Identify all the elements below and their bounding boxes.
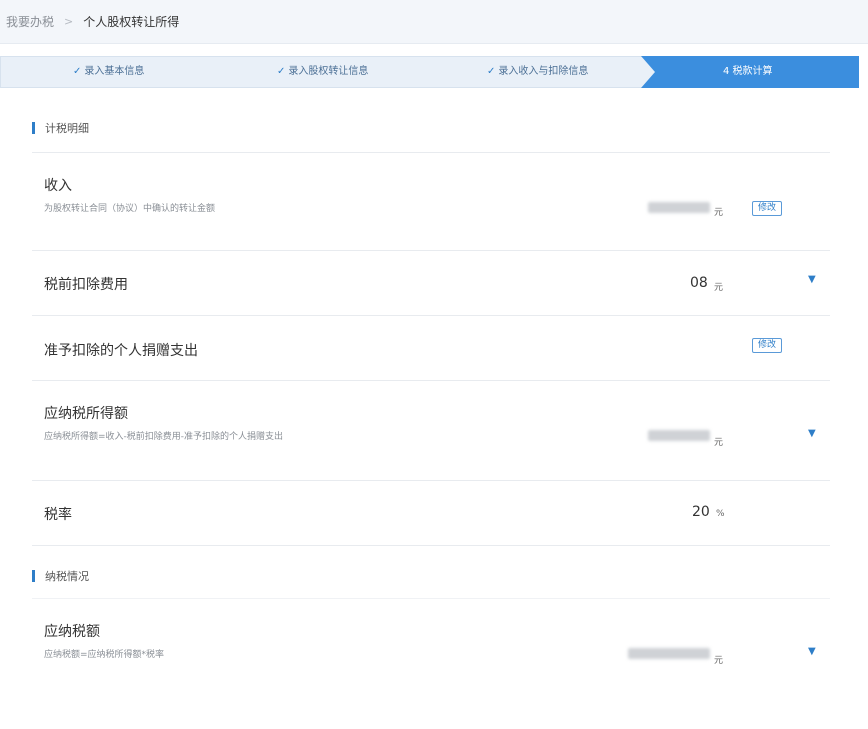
breadcrumb-root[interactable]: 我要办税: [6, 13, 54, 30]
row-tax-rate: 税率 20 %: [32, 481, 830, 546]
row-title: 收入: [44, 178, 72, 194]
unit-label: %: [716, 509, 725, 519]
step-progress-bar: ✓ 录入基本信息 ✓ 录入股权转让信息 ✓ 录入收入与扣除信息 4 税款计算: [0, 56, 859, 88]
chevron-down-icon[interactable]: ▼: [808, 428, 816, 439]
step-label: 4 税款计算: [723, 66, 773, 77]
row-income: 收入 为股权转让合同（协议）中确认的转让金额 元 修改: [32, 152, 830, 251]
row-taxable-income: 应纳税所得额 应纳税所得额=收入-税前扣除费用-准予扣除的个人捐赠支出 元 ▼: [32, 381, 830, 481]
masked-value: [648, 202, 710, 213]
top-bar: 我要办税 > 个人股权转让所得: [0, 0, 868, 44]
row-title: 税率: [44, 507, 72, 523]
tax-calculation-panel: 计税明细 收入 为股权转让合同（协议）中确认的转让金额 元 修改 税前扣除费用 …: [8, 96, 856, 729]
unit-label: 元: [714, 656, 724, 666]
row-title: 应纳税所得额: [44, 406, 128, 422]
step-equity-transfer-info[interactable]: ✓ 录入股权转让信息: [277, 57, 368, 87]
step-tax-calculation-active[interactable]: 4 税款计算: [641, 56, 859, 88]
breadcrumb-current: 个人股权转让所得: [83, 15, 180, 29]
row-value: 20: [692, 504, 710, 520]
row-donation: 准予扣除的个人捐赠支出 修改: [32, 316, 830, 381]
step-basic-info[interactable]: ✓ 录入基本信息: [73, 57, 144, 87]
breadcrumb: 我要办税 > 个人股权转让所得: [6, 13, 179, 30]
edit-donation-button[interactable]: 修改: [752, 338, 782, 353]
row-title: 应纳税额: [44, 624, 100, 640]
masked-value: [648, 430, 710, 441]
check-icon: ✓: [487, 66, 496, 77]
step-label: 录入基本信息: [84, 66, 145, 77]
row-subtitle: 应纳税额=应纳税所得额*税率: [44, 650, 165, 660]
edit-income-button[interactable]: 修改: [752, 201, 782, 216]
check-icon: ✓: [73, 66, 82, 77]
step-label: 录入收入与扣除信息: [498, 66, 589, 77]
chevron-down-icon[interactable]: ▼: [808, 646, 816, 657]
section-title-calc-detail: 计税明细: [32, 120, 89, 136]
row-subtitle: 应纳税所得额=收入-税前扣除费用-准予扣除的个人捐赠支出: [44, 432, 284, 442]
step-income-deduction-info[interactable]: ✓ 录入收入与扣除信息: [487, 57, 588, 87]
unit-label: 元: [714, 208, 724, 218]
chevron-down-icon[interactable]: ▼: [808, 274, 816, 285]
row-pretax-deduction: 税前扣除费用 08 元 ▼: [32, 251, 830, 316]
row-title: 税前扣除费用: [44, 277, 128, 293]
masked-value: [628, 648, 710, 659]
unit-label: 元: [714, 438, 724, 448]
section-title-tax-status: 纳税情况: [32, 568, 89, 584]
row-title: 准予扣除的个人捐赠支出: [44, 343, 198, 359]
check-icon: ✓: [277, 66, 286, 77]
row-value: 08: [690, 275, 708, 291]
chevron-right-icon: >: [64, 15, 74, 28]
unit-label: 元: [714, 283, 724, 293]
row-subtitle: 为股权转让合同（协议）中确认的转让金额: [44, 204, 216, 214]
step-label: 录入股权转让信息: [288, 66, 369, 77]
row-tax-payable: 应纳税额 应纳税额=应纳税所得额*税率 元 ▼: [32, 598, 830, 678]
section-title-label: 计税明细: [45, 122, 89, 135]
section-title-label: 纳税情况: [45, 570, 89, 583]
